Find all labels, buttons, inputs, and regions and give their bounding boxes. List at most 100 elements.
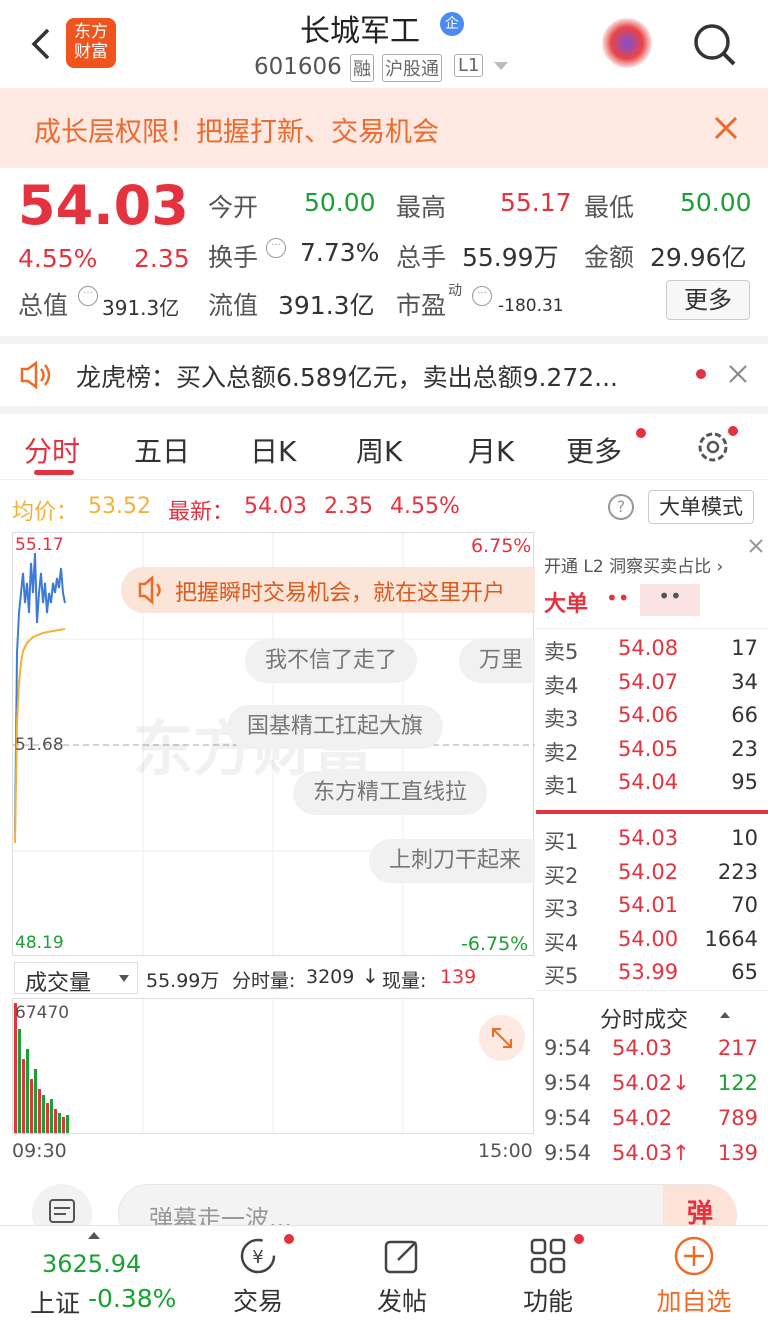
- volume-indicator-select[interactable]: 成交量: [14, 962, 138, 996]
- x-close-time: 15:00: [478, 1140, 533, 1162]
- turnover-label: 换手: [208, 243, 259, 272]
- tick-time: 9:54: [544, 1036, 592, 1060]
- down-arrow-icon: ↓: [362, 964, 379, 988]
- nav-trade-label: 交易: [232, 1287, 283, 1316]
- close-icon[interactable]: [712, 114, 740, 142]
- tab-daily-k[interactable]: 日K: [250, 430, 296, 470]
- index-pct[interactable]: -0.38%: [88, 1284, 176, 1313]
- ask-row[interactable]: 卖4 54.07 34: [536, 666, 768, 700]
- chevron-down-icon[interactable]: [494, 62, 508, 70]
- row-price: 54.01: [618, 893, 679, 917]
- divider: [0, 336, 768, 344]
- divider: [0, 406, 768, 414]
- ask-row[interactable]: 卖3 54.06 66: [536, 699, 768, 733]
- robot-avatar-icon[interactable]: [602, 18, 652, 68]
- bid-row[interactable]: 买1 54.03 10: [536, 822, 768, 856]
- tick-row: 9:54 54.03 217: [536, 1032, 768, 1066]
- price-summary-line: 均价： 53.52 最新： 54.03 2.35 4.55% ? 大单模式: [0, 486, 768, 526]
- info-icon[interactable]: ···: [78, 286, 98, 306]
- row-price: 54.02: [618, 859, 679, 884]
- info-icon[interactable]: ···: [472, 286, 492, 306]
- close-icon[interactable]: [748, 538, 764, 554]
- row-label: 买4: [544, 930, 579, 955]
- market-cap-label: 总值: [18, 291, 69, 320]
- turnover-value: 7.73%: [300, 238, 380, 267]
- lhb-notice[interactable]: 龙虎榜：买入总额6.589亿元，卖出总额9.272...: [0, 344, 768, 406]
- row-volume: 34: [731, 669, 758, 694]
- bid-row[interactable]: 买3 54.01 70: [536, 889, 768, 923]
- y-min-pct: -6.75%: [461, 933, 529, 955]
- volume-fs-value: 3209: [306, 966, 355, 988]
- nav-add-watchlist[interactable]: 加自选: [634, 1226, 754, 1326]
- tab-weekly-k[interactable]: 周K: [356, 430, 402, 470]
- danmaku-bubble: 东方精工直线拉: [293, 771, 488, 815]
- search-icon[interactable]: [690, 20, 740, 70]
- bid-row[interactable]: 买4 54.00 1664: [536, 923, 768, 957]
- last-pct: 4.55%: [390, 494, 460, 519]
- pe-value: -180.31: [498, 296, 564, 316]
- tick-row: 9:54 54.03↑ 139: [536, 1137, 768, 1171]
- info-icon[interactable]: ···: [266, 238, 286, 258]
- row-price: 54.05: [618, 736, 679, 761]
- bid-row[interactable]: 买2 54.02 223: [536, 856, 768, 890]
- tick-volume: 789: [717, 1106, 758, 1130]
- row-price: 53.99: [618, 960, 679, 984]
- bid-row[interactable]: 买5 53.99 65: [536, 956, 768, 990]
- l2-promo-link[interactable]: 开通 L2 洞察买卖占比 ›: [544, 552, 723, 577]
- float-cap-value: 391.3亿: [278, 291, 375, 320]
- open-value: 50.00: [304, 188, 376, 217]
- expand-icon[interactable]: [479, 1015, 525, 1061]
- tag-margin: 融: [350, 54, 374, 82]
- index-value[interactable]: 3625.94: [42, 1250, 141, 1278]
- low-value: 50.00: [680, 188, 752, 217]
- float-cap-label: 流值: [208, 291, 259, 320]
- tick-time: 9:54: [544, 1106, 592, 1130]
- tick-price: 54.02↓: [612, 1071, 690, 1095]
- last-value: 54.03: [244, 494, 307, 519]
- tag-level: L1: [454, 54, 484, 77]
- quote-panel: 54.03 4.55% 2.35 今开 50.00 最高 55.17 最低 50…: [0, 168, 768, 336]
- account-promo-bubble[interactable]: 把握瞬时交易机会，就在这里开户: [121, 567, 535, 613]
- back-icon[interactable]: [26, 24, 56, 64]
- trade-icon: ¥: [240, 1238, 276, 1274]
- volume-chart[interactable]: 67470: [12, 998, 534, 1135]
- tick-time: 9:54: [544, 1141, 592, 1165]
- nav-function[interactable]: 功能: [488, 1226, 608, 1326]
- row-label: 买2: [544, 863, 579, 888]
- settings-gear-icon[interactable]: [694, 428, 732, 466]
- chevron-up-icon[interactable]: [720, 1012, 730, 1018]
- close-icon[interactable]: [728, 364, 748, 384]
- ticks-title[interactable]: 分时成交: [600, 1002, 688, 1034]
- ask-row[interactable]: 卖2 54.05 23: [536, 733, 768, 767]
- spread-bar: [536, 810, 768, 814]
- tag-connect: 沪股通: [382, 54, 442, 82]
- row-price: 54.08: [618, 636, 679, 660]
- big-order-mode-button[interactable]: 大单模式: [648, 490, 754, 524]
- ask-row[interactable]: 卖1 54.04 95: [536, 766, 768, 800]
- change-amount: 2.35: [134, 244, 190, 273]
- intraday-chart[interactable]: 东方财富 55.17 6.75% 51.68 48.19 -6.75% 把握瞬时…: [12, 532, 535, 957]
- y-min-label: 48.19: [15, 933, 64, 953]
- tab-intraday[interactable]: 分时: [24, 430, 80, 470]
- tab-monthly-k[interactable]: 月K: [468, 430, 514, 470]
- row-label: 卖2: [544, 740, 579, 765]
- promo-text: 把握瞬时交易机会，就在这里开户: [175, 581, 506, 606]
- last-change: 2.35: [324, 494, 373, 519]
- tab-five-day[interactable]: 五日: [134, 430, 190, 470]
- book-divider: [536, 628, 768, 629]
- nav-trade[interactable]: ¥ 交易: [198, 1226, 318, 1326]
- promo-banner[interactable]: 成长层权限！把握打新、交易机会: [0, 88, 768, 168]
- row-label: 买3: [544, 897, 579, 921]
- ask-row[interactable]: 卖5 54.08 17: [536, 632, 768, 666]
- row-label: 卖5: [544, 640, 579, 664]
- row-price: 54.04: [618, 770, 679, 794]
- chevron-up-icon[interactable]: [88, 1232, 100, 1239]
- tab-more[interactable]: 更多: [566, 430, 622, 470]
- more-button[interactable]: 更多: [666, 280, 750, 320]
- index-name[interactable]: 上证: [30, 1284, 80, 1320]
- row-price: 54.06: [618, 703, 679, 727]
- nav-post[interactable]: 发帖: [342, 1226, 462, 1326]
- nav-post-label: 发帖: [376, 1287, 427, 1316]
- help-icon[interactable]: ?: [608, 494, 634, 520]
- row-label: 买1: [544, 830, 579, 854]
